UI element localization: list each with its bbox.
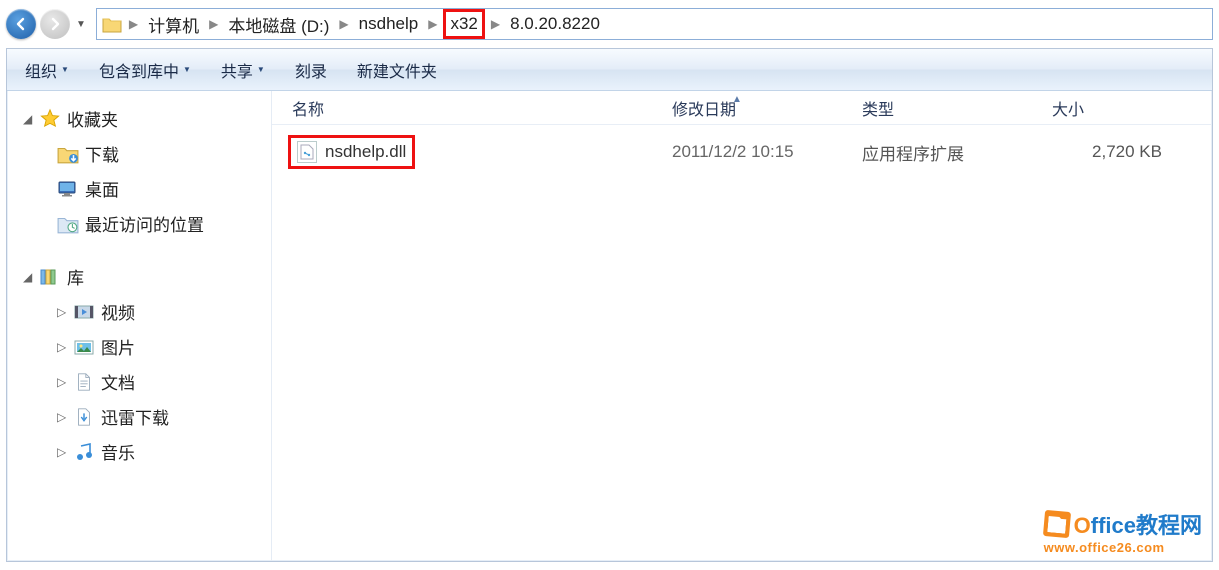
toolbar: 组织 ▼ 包含到库中 ▼ 共享 ▼ 刻录 新建文件夹 bbox=[7, 49, 1212, 91]
new-folder-label: 新建文件夹 bbox=[357, 58, 437, 82]
file-name-label: nsdhelp.dll bbox=[325, 142, 406, 162]
chevron-right-icon[interactable]: ▶ bbox=[487, 17, 504, 31]
recent-places-icon bbox=[57, 214, 79, 234]
expand-icon[interactable]: ▷ bbox=[57, 445, 67, 459]
column-date[interactable]: 修改日期 bbox=[672, 96, 862, 120]
chevron-right-icon[interactable]: ▶ bbox=[424, 17, 441, 31]
organize-menu[interactable]: 组织 ▼ bbox=[19, 54, 75, 86]
include-in-library-menu[interactable]: 包含到库中 ▼ bbox=[93, 54, 197, 86]
favorites-star-icon bbox=[39, 108, 61, 130]
share-label: 共享 bbox=[221, 58, 253, 82]
watermark-logo-icon bbox=[1043, 510, 1071, 538]
favorites-label: 收藏夹 bbox=[67, 106, 118, 131]
file-name-cell: nsdhelp.dll bbox=[272, 135, 672, 169]
xunlei-icon bbox=[73, 407, 95, 427]
sidebar-item-videos[interactable]: ▷ 视频 bbox=[11, 294, 267, 329]
dropdown-icon: ▼ bbox=[183, 65, 191, 74]
column-name[interactable]: 名称 bbox=[272, 96, 672, 120]
recent-label: 最近访问的位置 bbox=[85, 211, 204, 236]
chevron-right-icon[interactable]: ▶ bbox=[125, 17, 142, 31]
file-type-cell: 应用程序扩展 bbox=[862, 140, 1052, 165]
watermark: Office教程网 www.office26.com bbox=[1044, 507, 1202, 555]
libraries-group[interactable]: ◢ 库 bbox=[11, 259, 267, 294]
column-size[interactable]: 大小 bbox=[1052, 96, 1192, 120]
burn-label: 刻录 bbox=[295, 58, 327, 82]
dropdown-icon: ▼ bbox=[257, 65, 265, 74]
chevron-right-icon[interactable]: ▶ bbox=[335, 17, 352, 31]
explorer-body: ◢ 收藏夹 下载 桌面 最近访问的位置 ◢ 库 bbox=[7, 91, 1212, 561]
column-type[interactable]: 类型 bbox=[862, 96, 1052, 120]
videos-icon bbox=[73, 302, 95, 322]
documents-icon bbox=[73, 372, 95, 392]
back-button[interactable] bbox=[6, 9, 36, 39]
collapse-icon[interactable]: ◢ bbox=[23, 112, 33, 126]
folder-icon bbox=[101, 14, 123, 34]
sidebar-item-downloads[interactable]: 下载 bbox=[11, 136, 267, 171]
expand-icon[interactable]: ▷ bbox=[57, 340, 67, 354]
libraries-label: 库 bbox=[67, 264, 84, 289]
column-headers: 名称 修改日期 类型 大小 bbox=[272, 91, 1212, 125]
watermark-title: Office教程网 bbox=[1044, 507, 1202, 540]
pictures-icon bbox=[73, 337, 95, 357]
address-bar[interactable]: ▶ 计算机 ▶ 本地磁盘 (D:) ▶ nsdhelp ▶ x32 ▶ 8.0.… bbox=[96, 8, 1213, 40]
xunlei-label: 迅雷下载 bbox=[101, 404, 169, 429]
file-row[interactable]: nsdhelp.dll 2011/12/2 10:15 应用程序扩展 2,720… bbox=[272, 125, 1212, 179]
expand-icon[interactable]: ▷ bbox=[57, 375, 67, 389]
include-label: 包含到库中 bbox=[99, 58, 179, 82]
downloads-label: 下载 bbox=[85, 141, 119, 166]
crumb-nsdhelp[interactable]: nsdhelp bbox=[353, 9, 425, 39]
watermark-o: O bbox=[1074, 513, 1091, 538]
crumb-x32[interactable]: x32 bbox=[443, 9, 484, 39]
sidebar-item-recent[interactable]: 最近访问的位置 bbox=[11, 206, 267, 241]
file-date-cell: 2011/12/2 10:15 bbox=[672, 142, 862, 162]
new-folder-button[interactable]: 新建文件夹 bbox=[351, 54, 443, 86]
crumb-version[interactable]: 8.0.20.8220 bbox=[504, 9, 606, 39]
downloads-icon bbox=[57, 144, 79, 164]
dropdown-icon: ▼ bbox=[61, 65, 69, 74]
sidebar-item-music[interactable]: ▷ 音乐 bbox=[11, 434, 267, 469]
dll-file-icon bbox=[297, 141, 317, 163]
file-list-pane: ▲ 名称 修改日期 类型 大小 nsdhelp.dll 2011/12/2 10… bbox=[272, 91, 1212, 561]
videos-label: 视频 bbox=[101, 299, 135, 324]
watermark-text: ffice教程网 bbox=[1091, 513, 1202, 538]
sidebar-item-xunlei[interactable]: ▷ 迅雷下载 bbox=[11, 399, 267, 434]
sidebar-item-desktop[interactable]: 桌面 bbox=[11, 171, 267, 206]
highlight-box: nsdhelp.dll bbox=[288, 135, 415, 169]
libraries-icon bbox=[39, 267, 61, 287]
navigation-bar: ▼ ▶ 计算机 ▶ 本地磁盘 (D:) ▶ nsdhelp ▶ x32 ▶ 8.… bbox=[0, 0, 1219, 48]
sidebar-item-documents[interactable]: ▷ 文档 bbox=[11, 364, 267, 399]
expand-icon[interactable]: ▷ bbox=[57, 410, 67, 424]
forward-button[interactable] bbox=[40, 9, 70, 39]
documents-label: 文档 bbox=[101, 369, 135, 394]
burn-button[interactable]: 刻录 bbox=[289, 54, 333, 86]
music-label: 音乐 bbox=[101, 439, 135, 464]
music-icon bbox=[73, 442, 95, 462]
pictures-label: 图片 bbox=[101, 334, 135, 359]
desktop-icon bbox=[57, 179, 79, 199]
file-size-cell: 2,720 KB bbox=[1052, 142, 1192, 162]
expand-icon[interactable]: ▷ bbox=[57, 305, 67, 319]
share-menu[interactable]: 共享 ▼ bbox=[215, 54, 271, 86]
chevron-right-icon[interactable]: ▶ bbox=[205, 17, 222, 31]
favorites-group[interactable]: ◢ 收藏夹 bbox=[11, 101, 267, 136]
sort-indicator-icon: ▲ bbox=[732, 94, 742, 105]
history-dropdown-icon[interactable]: ▼ bbox=[76, 19, 86, 30]
sidebar-item-pictures[interactable]: ▷ 图片 bbox=[11, 329, 267, 364]
collapse-icon[interactable]: ◢ bbox=[23, 270, 33, 284]
crumb-drive-d[interactable]: 本地磁盘 (D:) bbox=[222, 9, 335, 39]
organize-label: 组织 bbox=[25, 58, 57, 82]
watermark-url: www.office26.com bbox=[1044, 540, 1202, 555]
desktop-label: 桌面 bbox=[85, 176, 119, 201]
crumb-computer[interactable]: 计算机 bbox=[142, 9, 205, 39]
navigation-pane: ◢ 收藏夹 下载 桌面 最近访问的位置 ◢ 库 bbox=[7, 91, 272, 561]
explorer-window: 组织 ▼ 包含到库中 ▼ 共享 ▼ 刻录 新建文件夹 ◢ 收藏夹 下载 桌面 最近访问… bbox=[6, 48, 1213, 562]
